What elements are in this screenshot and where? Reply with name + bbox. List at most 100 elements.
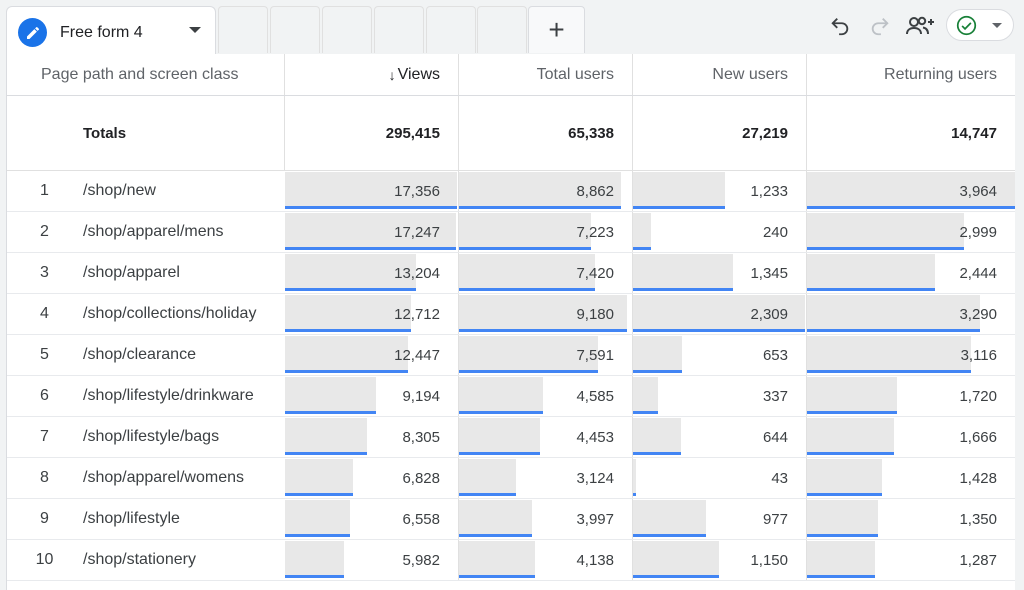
- total-users-value: 8,862: [576, 182, 614, 200]
- page-path[interactable]: /shop/stationery: [83, 540, 196, 580]
- page-path[interactable]: /shop/apparel: [83, 253, 180, 293]
- row-rank: 8: [40, 469, 49, 486]
- returning-users-value: 1,350: [959, 510, 997, 528]
- views-value: 9,194: [402, 387, 440, 405]
- new-users-value: 1,345: [750, 264, 788, 282]
- returning-users-bar: [807, 377, 897, 414]
- returning-users-value: 3,964: [959, 182, 997, 200]
- table-row[interactable]: 7/shop/lifestyle/bags 8,305 4,453 644 1,666: [7, 417, 1015, 458]
- table-row[interactable]: 5/shop/clearance 12,447 7,591 653 3,116: [7, 335, 1015, 376]
- returning-users-bar: [807, 295, 980, 332]
- tab-menu-chevron-down-icon[interactable]: [189, 27, 201, 33]
- undo-button[interactable]: [826, 12, 854, 40]
- table-row[interactable]: 10/shop/stationery 5,982 4,138 1,150 1,287: [7, 540, 1015, 581]
- views-bar: [285, 295, 411, 332]
- returning-users-cell: 2,444: [807, 253, 1015, 293]
- views-value: 17,356: [394, 182, 440, 200]
- returning-users-total: 14,747: [951, 124, 997, 142]
- views-cell: 9,194: [285, 376, 459, 416]
- empty-tab-slot[interactable]: [426, 6, 476, 53]
- views-value: 12,447: [394, 346, 440, 364]
- views-cell: 17,247: [285, 212, 459, 252]
- new-users-value: 240: [762, 223, 788, 241]
- totals-label: Totals: [7, 96, 285, 170]
- returning-users-column-header[interactable]: Returning users: [807, 54, 1015, 95]
- views-cell: 17,356: [285, 171, 459, 211]
- table-row[interactable]: 8/shop/apparel/womens 6,828 3,124 43 1,428: [7, 458, 1015, 499]
- exploration-tab-bar: Free form 4 +: [0, 0, 1024, 54]
- table-row[interactable]: 4/shop/collections/holiday 12,712 9,180 2,3…: [7, 294, 1015, 335]
- page-path[interactable]: /shop/apparel/womens: [83, 458, 244, 498]
- returning-users-bar: [807, 418, 894, 455]
- new-users-bar: [633, 418, 681, 455]
- empty-tab-slot[interactable]: [218, 6, 268, 53]
- new-users-cell: 1,345: [633, 253, 807, 293]
- page-path[interactable]: /shop/lifestyle: [83, 499, 180, 539]
- dimension-column-header[interactable]: Page path and screen class: [7, 54, 285, 95]
- views-column-header[interactable]: ↓ Views: [285, 54, 459, 95]
- views-bar: [285, 459, 353, 496]
- new-users-value: 977: [762, 510, 788, 528]
- total-users-value: 4,453: [576, 428, 614, 446]
- page-path[interactable]: /shop/clearance: [83, 335, 196, 375]
- new-users-cell: 977: [633, 499, 807, 539]
- redo-button[interactable]: [866, 12, 894, 40]
- tab-free-form-4[interactable]: Free form 4: [6, 6, 216, 54]
- row-rank: 1: [40, 182, 49, 199]
- returning-users-cell: 3,964: [807, 171, 1015, 211]
- returning-users-value: 3,116: [960, 346, 997, 364]
- empty-tab-slot[interactable]: [374, 6, 424, 53]
- new-users-value: 337: [762, 387, 788, 405]
- page-path[interactable]: /shop/new: [83, 171, 156, 211]
- edit-pencil-icon: [18, 18, 47, 47]
- table-row[interactable]: 2/shop/apparel/mens 17,247 7,223 240 2,999: [7, 212, 1015, 253]
- row-rank: 3: [40, 264, 49, 281]
- table-row[interactable]: 6/shop/lifestyle/drinkware 9,194 4,585 337 1…: [7, 376, 1015, 417]
- page-path[interactable]: /shop/lifestyle/drinkware: [83, 376, 254, 416]
- returning-users-cell: 3,290: [807, 294, 1015, 334]
- total-users-cell: 3,124: [459, 458, 633, 498]
- new-users-value: 1,233: [750, 182, 788, 200]
- page-path[interactable]: /shop/collections/holiday: [83, 294, 256, 334]
- new-users-column-header[interactable]: New users: [633, 54, 807, 95]
- views-bar: [285, 377, 376, 414]
- returning-users-cell: 3,116: [807, 335, 1015, 375]
- total-users-column-header[interactable]: Total users: [459, 54, 633, 95]
- new-users-bar: [633, 254, 733, 291]
- total-users-cell: 7,223: [459, 212, 633, 252]
- row-rank: 7: [40, 428, 49, 445]
- empty-tab-slot[interactable]: [477, 6, 527, 53]
- row-rank: 4: [40, 305, 49, 322]
- new-users-total: 27,219: [633, 96, 807, 170]
- empty-tab-slot[interactable]: [270, 6, 320, 53]
- redo-icon: [871, 18, 889, 36]
- total-users-cell: 4,138: [459, 540, 633, 580]
- views-cell: 6,558: [285, 499, 459, 539]
- share-button[interactable]: [904, 12, 936, 40]
- table-row[interactable]: 3/shop/apparel 13,204 7,420 1,345 2,444: [7, 253, 1015, 294]
- new-users-value: 43: [771, 469, 788, 487]
- total-users-bar: [459, 459, 516, 496]
- totals-row: Totals 295,415 65,338 27,219 14,747: [7, 96, 1015, 171]
- column-label: Total users: [536, 65, 614, 83]
- page-path[interactable]: /shop/apparel/mens: [83, 212, 224, 252]
- new-users-bar: [633, 500, 706, 537]
- total-users-value: 7,591: [576, 346, 614, 364]
- table-row[interactable]: 9/shop/lifestyle 6,558 3,997 977 1,350: [7, 499, 1015, 540]
- returning-users-cell: 1,428: [807, 458, 1015, 498]
- empty-tab-slot[interactable]: [322, 6, 372, 53]
- total-users-bar: [459, 254, 595, 291]
- total-users-bar: [459, 213, 591, 250]
- column-label: Views: [397, 65, 440, 83]
- total-users-value: 4,138: [576, 551, 614, 569]
- save-status-dropdown[interactable]: [946, 9, 1014, 41]
- total-users-value: 3,997: [576, 510, 614, 528]
- new-users-cell: 653: [633, 335, 807, 375]
- returning-users-bar: [807, 336, 971, 373]
- returning-users-bar: [807, 459, 882, 496]
- free-form-table: Page path and screen class ↓ Views Total…: [6, 54, 1015, 590]
- add-tab-button[interactable]: +: [528, 6, 585, 53]
- row-rank: 10: [35, 551, 54, 568]
- table-row[interactable]: 1/shop/new 17,356 8,862 1,233 3,964: [7, 171, 1015, 212]
- page-path[interactable]: /shop/lifestyle/bags: [83, 417, 219, 457]
